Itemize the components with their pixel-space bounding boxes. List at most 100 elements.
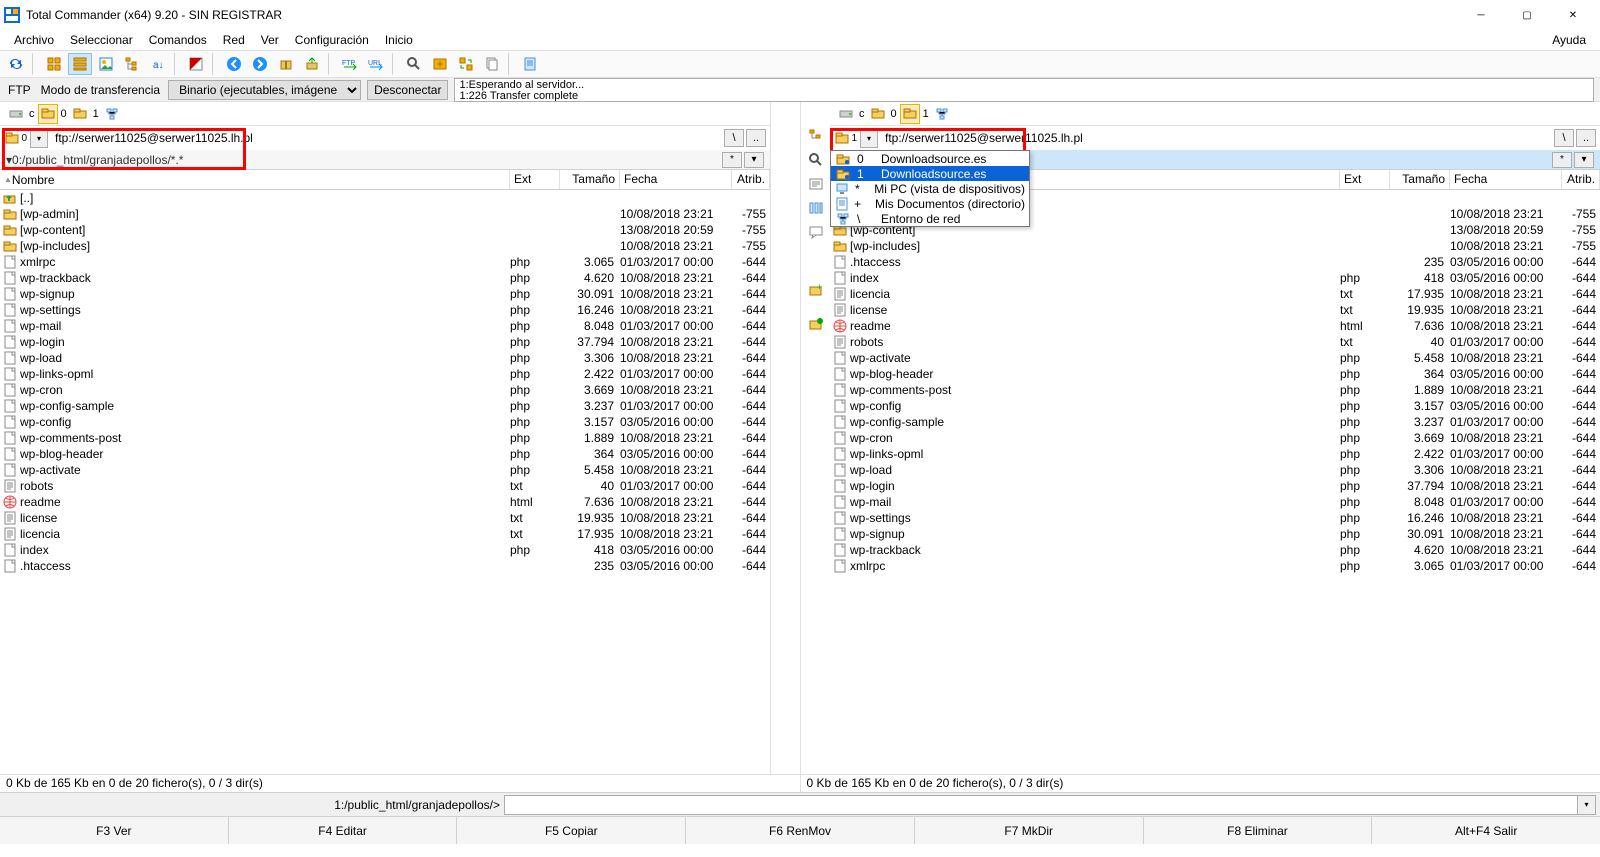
right-drive-button[interactable]: 1 <box>834 128 858 148</box>
forward-icon[interactable] <box>248 53 272 75</box>
sortname-icon[interactable]: a↓ <box>146 53 170 75</box>
file-row[interactable]: wp-signupphp30.09110/08/2018 23:21-644 <box>830 526 1600 542</box>
right-crumb-dd[interactable]: ▾ <box>1574 152 1594 168</box>
file-row[interactable]: wp-configphp3.15703/05/2016 00:00-644 <box>830 398 1600 414</box>
view-full-icon[interactable] <box>68 53 92 75</box>
right-path-text[interactable]: ftp://serwer11025@serwer11025.lh.pl <box>880 128 1552 148</box>
drive-1-icon[interactable] <box>900 104 920 124</box>
side-quickview-icon[interactable] <box>805 174 827 194</box>
left-up-button[interactable]: .. <box>746 129 766 147</box>
ftp-connect-icon[interactable]: FTP <box>338 53 362 75</box>
right-root-button[interactable]: \ <box>1554 129 1574 147</box>
menu-red[interactable]: Red <box>215 31 253 49</box>
fkey-button[interactable]: F8 Eliminar <box>1144 817 1373 844</box>
file-row[interactable]: wp-settingsphp16.24610/08/2018 23:21-644 <box>830 510 1600 526</box>
dropdown-item[interactable]: 0Downloadsource.es <box>831 151 1029 166</box>
dropdown-item[interactable]: \Entorno de red <box>831 211 1029 226</box>
drive-0-icon[interactable] <box>868 104 888 124</box>
file-row[interactable]: wp-comments-postphp1.88910/08/2018 23:21… <box>830 382 1600 398</box>
file-row[interactable]: wp-links-opmlphp2.42201/03/2017 00:00-64… <box>0 366 770 382</box>
side-favfolder-icon[interactable] <box>805 314 827 334</box>
file-row[interactable]: robotstxt4001/03/2017 00:00-644 <box>0 478 770 494</box>
file-row[interactable]: wp-loadphp3.30610/08/2018 23:21-644 <box>830 462 1600 478</box>
file-row[interactable]: robotstxt4001/03/2017 00:00-644 <box>830 334 1600 350</box>
syncdir-icon[interactable] <box>454 53 478 75</box>
side-comment-icon[interactable] <box>805 222 827 242</box>
left-drive-button[interactable]: 0 <box>4 128 28 148</box>
left-crumb-dd[interactable]: ▾ <box>744 152 764 168</box>
file-row[interactable]: .htaccess23503/05/2016 00:00-644 <box>0 558 770 574</box>
menu-archivo[interactable]: Archivo <box>6 31 62 49</box>
close-button[interactable]: ✕ <box>1550 0 1596 30</box>
file-row[interactable]: wp-configphp3.15703/05/2016 00:00-644 <box>0 414 770 430</box>
fkey-button[interactable]: F5 Copiar <box>457 817 686 844</box>
right-up-button[interactable]: .. <box>1576 129 1596 147</box>
ftp-disconnect-button[interactable]: Desconectar <box>367 80 448 100</box>
file-row[interactable]: wp-blog-headerphp36403/05/2016 00:00-644 <box>0 446 770 462</box>
file-row[interactable]: [wp-includes]10/08/2018 23:21-755 <box>0 238 770 254</box>
invert-sel-icon[interactable] <box>184 53 208 75</box>
file-row[interactable]: wp-cronphp3.66910/08/2018 23:21-644 <box>0 382 770 398</box>
left-path-text[interactable]: ftp://serwer11025@serwer11025.lh.pl <box>50 128 722 148</box>
menu-configuración[interactable]: Configuración <box>287 31 377 49</box>
notepad-icon[interactable] <box>518 53 542 75</box>
file-row[interactable]: indexphp41803/05/2016 00:00-644 <box>830 270 1600 286</box>
menu-ver[interactable]: Ver <box>253 31 287 49</box>
dropdown-item[interactable]: +Mis Documentos (directorio) <box>831 196 1029 211</box>
drive-c-icon[interactable] <box>836 104 856 124</box>
drive-dropdown-popup[interactable]: 0Downloadsource.es1Downloadsource.es*Mi … <box>830 150 1030 227</box>
file-row[interactable]: wp-signupphp30.09110/08/2018 23:21-644 <box>0 286 770 302</box>
left-crumb-bar[interactable]: ▾0:/public_html/granjadepollos/*.* * ▾ <box>0 150 770 170</box>
file-row[interactable]: wp-config-samplephp3.23701/03/2017 00:00… <box>830 414 1600 430</box>
file-row[interactable]: xmlrpcphp3.06501/03/2017 00:00-644 <box>0 254 770 270</box>
file-row[interactable]: indexphp41803/05/2016 00:00-644 <box>0 542 770 558</box>
drive-c-icon[interactable] <box>6 104 26 124</box>
menu-help[interactable]: Ayuda <box>1544 31 1594 49</box>
left-root-button[interactable]: \ <box>724 129 744 147</box>
file-row[interactable]: wp-loginphp37.79410/08/2018 23:21-644 <box>0 334 770 350</box>
right-star-button[interactable]: * <box>1552 152 1572 168</box>
refresh-icon[interactable] <box>4 53 28 75</box>
file-row[interactable]: wp-cronphp3.66910/08/2018 23:21-644 <box>830 430 1600 446</box>
view-thumbs-icon[interactable] <box>94 53 118 75</box>
multitool-icon[interactable] <box>428 53 452 75</box>
drive-0-icon[interactable] <box>38 104 58 124</box>
file-row[interactable]: readmehtml7.63610/08/2018 23:21-644 <box>0 494 770 510</box>
side-cols-icon[interactable] <box>805 198 827 218</box>
left-drive-dropdown[interactable]: ▾ <box>30 128 48 148</box>
file-row[interactable]: [wp-admin]10/08/2018 23:21-755 <box>0 206 770 222</box>
maximize-button[interactable]: ▢ <box>1504 0 1550 30</box>
file-row[interactable]: licensetxt19.93510/08/2018 23:21-644 <box>0 510 770 526</box>
left-star-button[interactable]: * <box>722 152 742 168</box>
right-file-list[interactable]: [..][wp-admin]10/08/2018 23:21-755[wp-co… <box>830 190 1600 774</box>
side-tree-icon[interactable] <box>805 126 827 146</box>
fkey-button[interactable]: F4 Editar <box>229 817 458 844</box>
drive-net-icon[interactable] <box>102 104 122 124</box>
ftp-new-icon[interactable]: URL <box>364 53 388 75</box>
left-columns-header[interactable]: Nombre Ext Tamaño Fecha Atrib. <box>0 170 770 190</box>
left-file-list[interactable]: [..][wp-admin]10/08/2018 23:21-755[wp-co… <box>0 190 770 774</box>
file-row[interactable]: licenciatxt17.93510/08/2018 23:21-644 <box>0 526 770 542</box>
file-row[interactable]: licenciatxt17.93510/08/2018 23:21-644 <box>830 286 1600 302</box>
dropdown-item[interactable]: *Mi PC (vista de dispositivos) <box>831 181 1029 196</box>
fkey-button[interactable]: F7 MkDir <box>915 817 1144 844</box>
view-tree-icon[interactable] <box>120 53 144 75</box>
back-icon[interactable] <box>222 53 246 75</box>
file-row[interactable]: wp-loadphp3.30610/08/2018 23:21-644 <box>0 350 770 366</box>
view-brief-icon[interactable] <box>42 53 66 75</box>
file-row[interactable]: wp-trackbackphp4.62010/08/2018 23:21-644 <box>830 542 1600 558</box>
copynames-icon[interactable] <box>480 53 504 75</box>
minimize-button[interactable]: ─ <box>1458 0 1504 30</box>
titlebar[interactable]: Total Commander (x64) 9.20 - SIN REGISTR… <box>0 0 1600 30</box>
file-row[interactable]: wp-mailphp8.04801/03/2017 00:00-644 <box>830 494 1600 510</box>
fkey-button[interactable]: F6 RenMov <box>686 817 915 844</box>
side-newfolder-icon[interactable]: + <box>805 280 827 300</box>
cmd-history-dropdown[interactable]: ▾ <box>1578 795 1596 815</box>
file-row[interactable]: wp-comments-postphp1.88910/08/2018 23:21… <box>0 430 770 446</box>
ftp-mode-select[interactable]: Binario (ejecutables, imágene <box>168 80 361 100</box>
cmd-input[interactable] <box>504 795 1578 815</box>
file-row[interactable]: [..] <box>0 190 770 206</box>
file-row[interactable]: .htaccess23503/05/2016 00:00-644 <box>830 254 1600 270</box>
file-row[interactable]: wp-blog-headerphp36403/05/2016 00:00-644 <box>830 366 1600 382</box>
fkey-button[interactable]: Alt+F4 Salir <box>1372 817 1600 844</box>
